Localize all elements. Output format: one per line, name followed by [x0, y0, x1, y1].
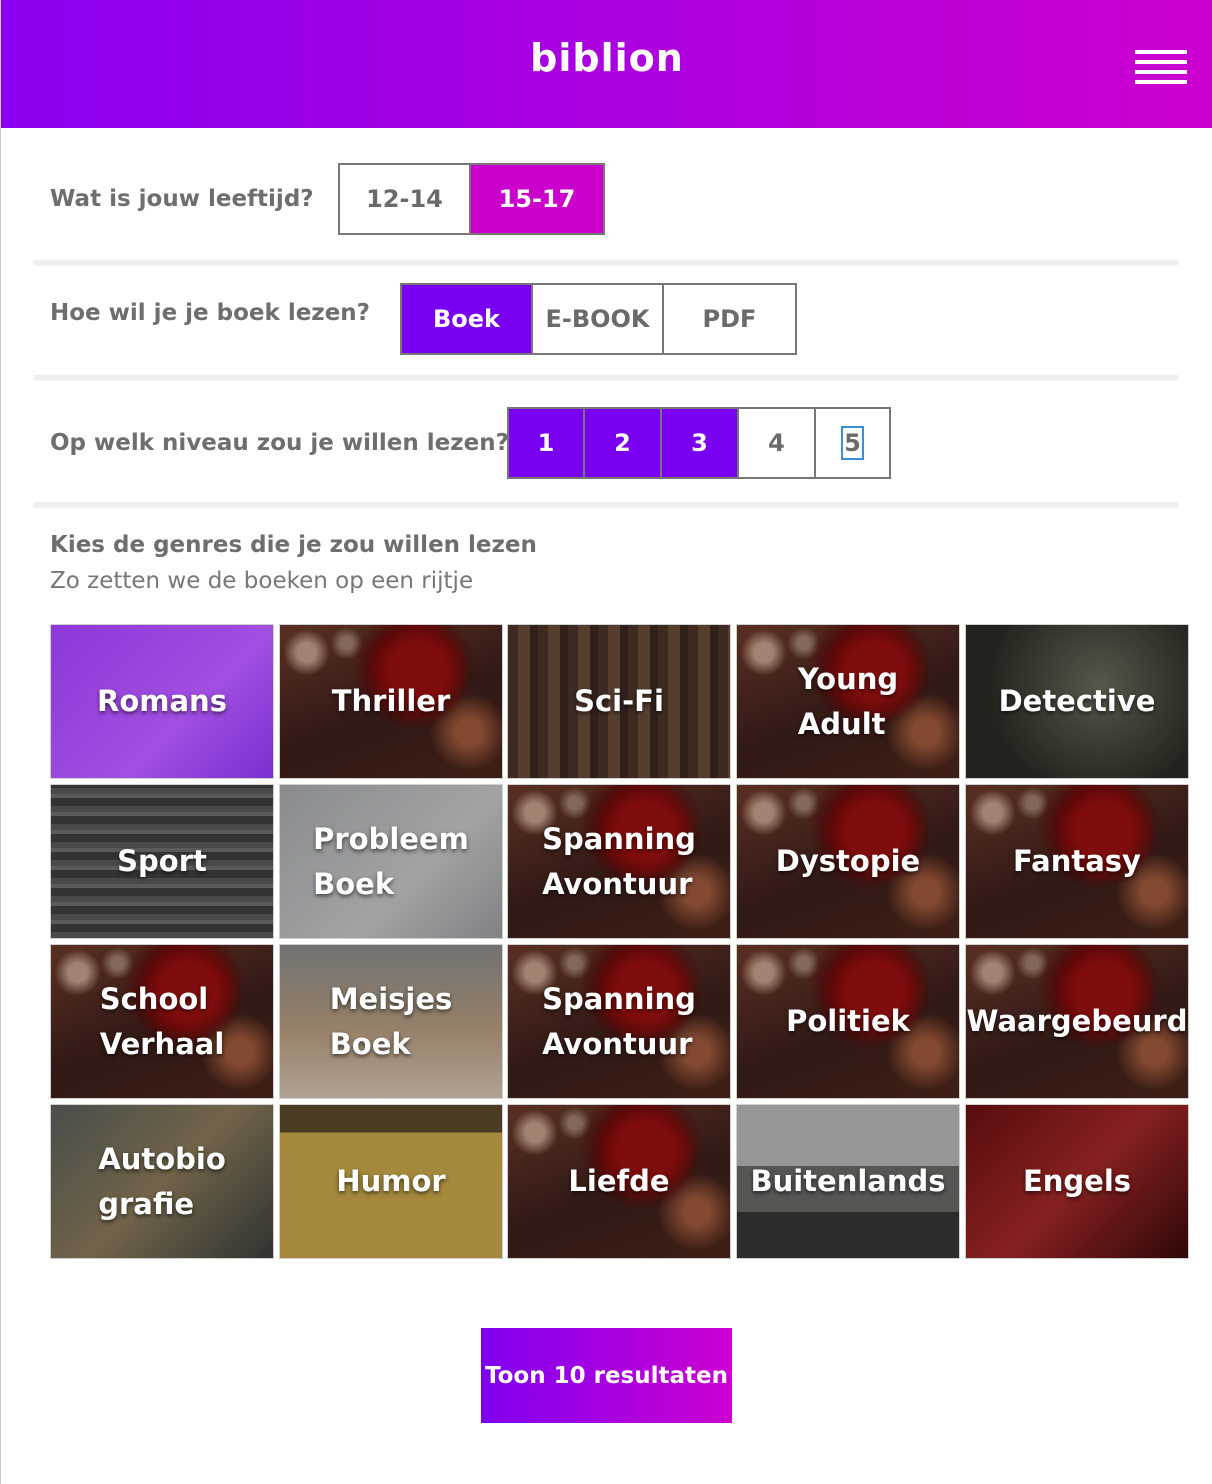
level-option-4[interactable]: 4	[739, 409, 816, 477]
genre-tile-sport[interactable]: Sport	[50, 784, 274, 939]
genre-tile-buitenlands[interactable]: Buitenlands	[736, 1104, 960, 1259]
level-option-3[interactable]: 3	[662, 409, 739, 477]
genre-tile-liefde[interactable]: Liefde	[507, 1104, 731, 1259]
genre-tile-waargebeurd[interactable]: Waargebeurd	[965, 944, 1189, 1099]
divider	[34, 375, 1178, 379]
genre-tile-sci-fi[interactable]: Sci-Fi	[507, 624, 731, 779]
age-question: Wat is jouw leeftijd?	[50, 186, 314, 212]
level-option-5[interactable]: 5	[816, 409, 889, 477]
genre-tile-meisjes-boek[interactable]: Meisjes Boek	[279, 944, 503, 1099]
genre-tile-romans[interactable]: Romans	[50, 624, 274, 779]
age-option-15-17[interactable]: 15-17	[471, 165, 603, 233]
genre-tile-thriller[interactable]: Thriller	[279, 624, 503, 779]
format-option-pdf[interactable]: PDF	[664, 285, 795, 353]
level-option-1[interactable]: 1	[509, 409, 585, 477]
page-border	[0, 128, 1, 1484]
genre-tile-engels[interactable]: Engels	[965, 1104, 1189, 1259]
divider	[34, 260, 1178, 264]
format-option-boek[interactable]: Boek	[402, 285, 533, 353]
biblion-logo[interactable]: biblion	[1, 36, 1212, 80]
genre-tile-politiek[interactable]: Politiek	[736, 944, 960, 1099]
level-option-2[interactable]: 2	[585, 409, 662, 477]
hamburger-menu-icon[interactable]	[1135, 46, 1187, 86]
level-selector: 1 2 3 4 5	[507, 407, 891, 479]
genre-tile-school-verhaal[interactable]: School Verhaal	[50, 944, 274, 1099]
genres-subtitle: Zo zetten we de boeken op een rijtje	[50, 568, 474, 594]
genre-tile-humor[interactable]: Humor	[279, 1104, 503, 1259]
genre-tile-probleem-boek[interactable]: Probleem Boek	[279, 784, 503, 939]
genre-tile-dystopie[interactable]: Dystopie	[736, 784, 960, 939]
genre-tile-spanning-avontuur-2[interactable]: Spanning Avontuur	[507, 944, 731, 1099]
show-results-button[interactable]: Toon 10 resultaten	[481, 1328, 732, 1423]
format-selector: Boek E-BOOK PDF	[400, 283, 797, 355]
format-option-ebook[interactable]: E-BOOK	[533, 285, 664, 353]
divider	[34, 502, 1178, 506]
genre-tile-spanning-avontuur[interactable]: Spanning Avontuur	[507, 784, 731, 939]
genres-title: Kies de genres die je zou willen lezen	[50, 532, 537, 558]
top-bar: biblion	[0, 0, 1212, 128]
genre-tile-autobiografie[interactable]: Autobio grafie	[50, 1104, 274, 1259]
genre-tile-fantasy[interactable]: Fantasy	[965, 784, 1189, 939]
genre-tile-detective[interactable]: Detective	[965, 624, 1189, 779]
age-option-12-14[interactable]: 12-14	[340, 165, 471, 233]
genre-tile-young-adult[interactable]: Young Adult	[736, 624, 960, 779]
format-question: Hoe wil je je boek lezen?	[50, 300, 371, 326]
age-selector: 12-14 15-17	[338, 163, 605, 235]
level-question: Op welk niveau zou je willen lezen?	[50, 430, 509, 456]
